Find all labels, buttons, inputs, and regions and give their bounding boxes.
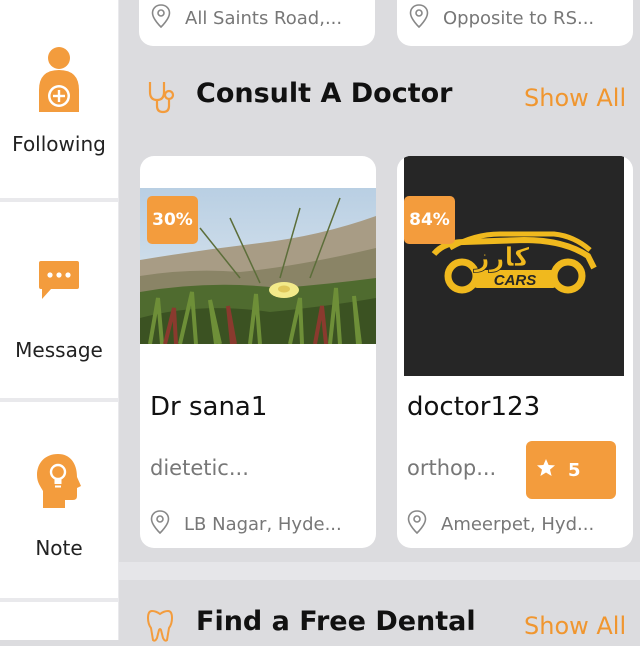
show-all-consult-button[interactable]: Show All [524,84,626,112]
sidebar-item-message[interactable]: Message [0,202,118,398]
sidebar-item-label: Note [35,536,83,560]
rating-badge: 5 [526,441,616,499]
rating-value: 5 [568,459,581,481]
stethoscope-icon [147,80,175,118]
star-icon [536,458,556,483]
sidebar-item-more[interactable] [0,602,118,640]
location-pin-icon [151,4,171,33]
sidebar-item-label: Message [15,338,103,362]
doctor-name: Dr sana1 [150,392,268,422]
discount-badge: 30% [147,196,198,244]
location-pin-icon [407,510,427,539]
doctor-name: doctor123 [407,392,541,422]
section-title-dental: Find a Free Dental [196,606,476,637]
main-content: All Saints Road,... Opposite to RS... Co… [119,0,640,642]
doctor-card[interactable]: CARS كارز 84% doctor123 orthop... 5 Amee… [397,156,633,548]
tooth-icon [146,608,174,646]
center-address: Opposite to RS... [443,8,595,29]
chat-bubble-icon [29,258,89,302]
section-divider [119,562,640,580]
center-address: All Saints Road,... [185,8,343,29]
sidebar-item-note[interactable]: Note [0,402,118,598]
center-card[interactable]: All Saints Road,... [139,0,375,46]
sidebar-item-label: Following [12,132,106,156]
doctor-specialty: dietetic... [150,456,249,480]
location-pin-icon [409,4,429,33]
logo-cars-text: CARS [494,272,537,289]
logo-script-text: كارز [473,243,531,273]
doctor-specialty: orthop... [407,456,497,480]
show-all-dental-button[interactable]: Show All [524,612,626,640]
discount-badge: 84% [404,196,455,244]
cars-logo-image: CARS كارز [404,156,624,376]
center-card[interactable]: Opposite to RS... [397,0,633,46]
location-pin-icon [150,510,170,539]
doctor-address: Ameerpet, Hyd... [441,514,595,535]
doctor-address: LB Nagar, Hyde... [184,514,342,535]
sidebar: Following Message Note [0,0,119,640]
sidebar-item-following[interactable]: Following [0,0,118,198]
person-plus-icon [29,44,89,114]
head-lightbulb-icon [29,452,89,510]
section-title-consult: Consult A Doctor [196,78,453,109]
doctor-card[interactable]: 30% Dr sana1 dietetic... LB Nagar, Hyde.… [140,156,376,548]
